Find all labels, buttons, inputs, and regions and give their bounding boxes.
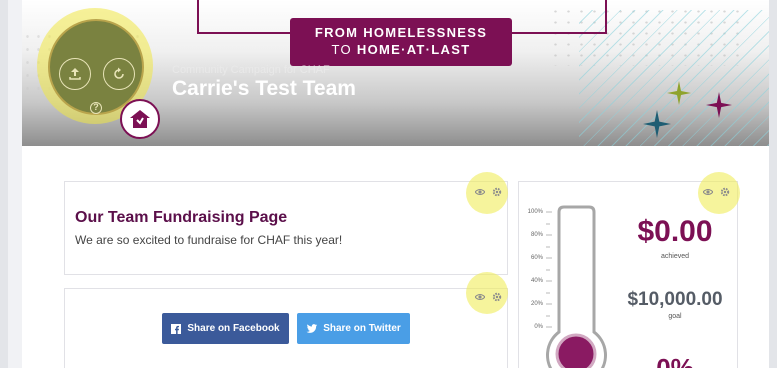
intro-card-tools [475, 187, 502, 197]
intro-card: Our Team Fundraising Page We are so exci… [64, 181, 508, 275]
tagline-line-2: TO HOME·AT·LAST [290, 41, 512, 59]
gear-icon[interactable] [492, 292, 502, 302]
gear-icon[interactable] [492, 187, 502, 197]
tagline-prefix: TO [331, 42, 357, 57]
thermometer [546, 205, 607, 368]
facebook-label: Share on Facebook [187, 323, 280, 334]
eye-icon[interactable] [475, 188, 485, 196]
achieved-amount: $0.00 [637, 215, 713, 248]
share-facebook-button[interactable]: Share on Facebook [162, 313, 289, 344]
goal-amount: $10,000.00 [627, 289, 723, 310]
banner-stripes [579, 10, 769, 146]
progress-card-tools [703, 187, 730, 197]
help-icon[interactable]: ? [90, 102, 102, 114]
eye-icon[interactable] [703, 188, 713, 196]
team-title: Carrie's Test Team [172, 77, 356, 100]
twitter-label: Share on Twitter [323, 323, 401, 334]
share-twitter-button[interactable]: Share on Twitter [297, 313, 410, 344]
page-heading: Our Team Fundraising Page [75, 209, 288, 226]
star-magenta-icon [706, 92, 732, 118]
left-margin [0, 0, 8, 368]
share-card: Share on Facebook Share on Twitter [64, 288, 508, 368]
avatar-refresh-button[interactable] [103, 58, 135, 90]
refresh-icon [114, 67, 124, 79]
tagline-line-1: FROM HOMELESSNESS [314, 25, 488, 40]
gear-icon[interactable] [720, 187, 730, 197]
percent-raised: 0% [656, 353, 694, 368]
twitter-icon [306, 324, 318, 333]
campaign-tagline: FROM HOMELESSNESS TO HOME·AT·LAST [290, 18, 512, 66]
goal-label: goal [668, 313, 682, 320]
eye-icon[interactable] [475, 293, 485, 301]
facebook-icon [171, 323, 182, 334]
right-margin [769, 0, 777, 368]
achieved-label: achieved [660, 253, 690, 260]
star-teal-icon [643, 110, 671, 138]
page-description: We are so excited to fundraise for CHAF … [75, 233, 343, 247]
upload-icon [69, 68, 81, 80]
star-green-icon [667, 81, 691, 105]
home-logo-icon [130, 110, 150, 128]
share-card-tools [475, 292, 502, 302]
tagline-emphasis: HOME·AT·LAST [356, 42, 471, 57]
avatar-upload-button[interactable] [59, 58, 91, 90]
org-badge [120, 99, 160, 139]
campaign-subtitle: Community Campaign for CHAF [172, 64, 330, 76]
